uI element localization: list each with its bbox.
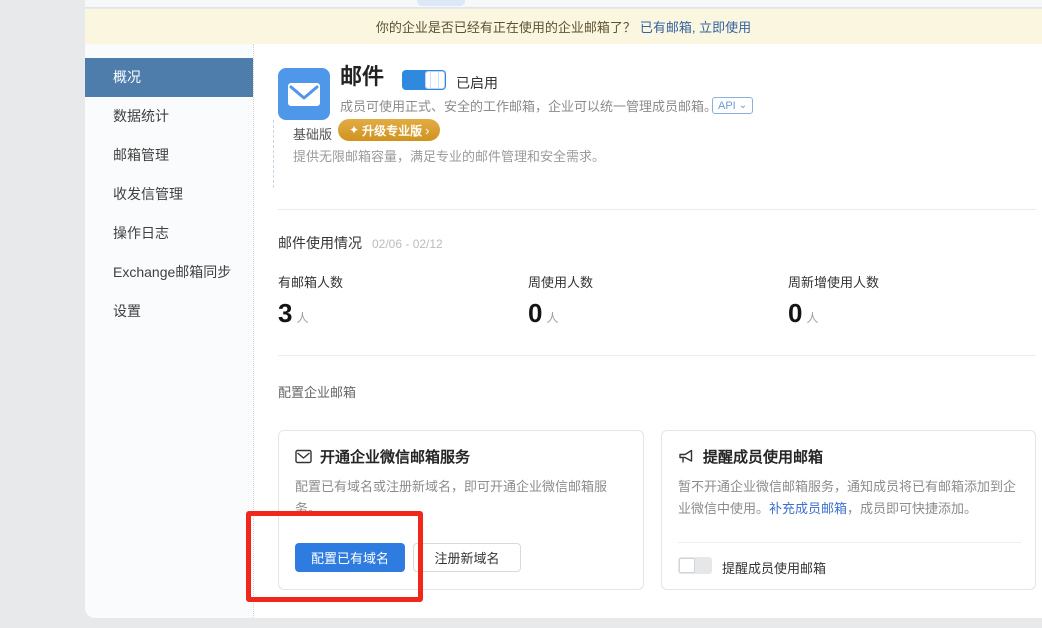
card-title: 提醒成员使用邮箱	[703, 446, 823, 467]
plan-label: 基础版	[293, 124, 332, 143]
stat-label: 周新增使用人数	[788, 272, 879, 291]
page: 你的企业是否已经有正在使用的企业邮箱了？ 已有邮箱, 立即使用 概况 数据统计 …	[0, 0, 1042, 628]
divider	[678, 542, 1021, 543]
usage-title: 邮件使用情况	[278, 233, 362, 253]
toggle-knob	[425, 71, 445, 89]
envelope-icon	[295, 449, 312, 464]
banner-question: 你的企业是否已经有正在使用的企业邮箱了？	[376, 17, 636, 36]
sidebar-item-overview[interactable]: 概况	[85, 58, 253, 97]
stat-label: 周使用人数	[528, 272, 593, 291]
stat-value: 0	[528, 299, 542, 327]
sidebar: 概况 数据统计 邮箱管理 收发信管理 操作日志 Exchange邮箱同步 设置	[85, 44, 253, 618]
stat-weekly-new-users: 周新增使用人数 0 人	[788, 272, 879, 327]
dashed-connector	[273, 120, 274, 188]
open-mailbox-service-card: 开通企业微信邮箱服务 配置已有域名或注册新域名，即可开通企业微信邮箱服务。 配置…	[278, 430, 644, 590]
card-title: 开通企业微信邮箱服务	[320, 446, 470, 467]
page-title: 邮件	[340, 62, 384, 92]
use-existing-mailbox-link[interactable]: 已有邮箱, 立即使用	[640, 17, 751, 36]
plan-note: 提供无限邮箱容量，满足专业的邮件管理和安全需求。	[293, 146, 641, 167]
remind-members-card: 提醒成员使用邮箱 暂不开通企业微信邮箱服务，通知成员将已有邮箱添加到企业微信中使…	[661, 430, 1036, 590]
sidebar-item-settings[interactable]: 设置	[85, 292, 253, 331]
card-description: 暂不开通企业微信邮箱服务，通知成员将已有邮箱添加到企业微信中使用。补充成员邮箱，…	[678, 476, 1019, 520]
divider	[278, 209, 1036, 210]
usage-date-range: 02/06 - 02/12	[372, 237, 443, 251]
mail-app-icon	[278, 68, 330, 120]
supplement-member-email-link[interactable]: 补充成员邮箱	[769, 501, 847, 516]
stat-weekly-users: 周使用人数 0 人	[528, 272, 593, 327]
sparkle-icon: ✦	[349, 123, 359, 137]
sidebar-item-mailbox-management[interactable]: 邮箱管理	[85, 136, 253, 175]
sidebar-item-send-receive-management[interactable]: 收发信管理	[85, 175, 253, 214]
tab-indicator	[417, 0, 465, 6]
chevron-right-icon: ›	[425, 123, 429, 138]
notice-banner: 你的企业是否已经有正在使用的企业邮箱了？ 已有邮箱, 立即使用	[85, 9, 1042, 44]
usage-header: 邮件使用情况 02/06 - 02/12	[278, 233, 443, 253]
sidebar-item-exchange-sync[interactable]: Exchange邮箱同步	[85, 253, 253, 292]
register-new-domain-button[interactable]: 注册新域名	[413, 543, 521, 572]
api-dropdown[interactable]: API ⌄	[712, 97, 753, 114]
remind-members-toggle[interactable]	[678, 557, 712, 574]
remind-toggle-label: 提醒成员使用邮箱	[722, 558, 826, 577]
stat-value: 3	[278, 299, 292, 327]
divider	[278, 355, 1036, 356]
stat-mailbox-users: 有邮箱人数 3 人	[278, 272, 343, 327]
toggle-knob	[679, 558, 695, 573]
mail-enabled-toggle[interactable]	[402, 70, 446, 90]
stat-unit: 人	[806, 309, 818, 326]
upgrade-label: 升级专业版	[362, 122, 422, 139]
app-description: 成员可使用正式、安全的工作邮箱，企业可以统一管理成员邮箱。	[340, 96, 717, 115]
top-strip	[85, 0, 1042, 8]
card-description: 配置已有域名或注册新域名，即可开通企业微信邮箱服务。	[295, 476, 627, 520]
config-section-title: 配置企业邮箱	[278, 382, 356, 401]
main-content: 邮件 已启用 成员可使用正式、安全的工作邮箱，企业可以统一管理成员邮箱。 API…	[253, 44, 1042, 618]
status-label: 已启用	[456, 73, 498, 93]
chevron-down-icon: ⌄	[739, 102, 747, 110]
stat-label: 有邮箱人数	[278, 272, 343, 291]
upgrade-pro-button[interactable]: ✦ 升级专业版 ›	[338, 119, 440, 141]
desc-text: ，成员即可快捷添加。	[847, 501, 977, 516]
sidebar-item-operation-log[interactable]: 操作日志	[85, 214, 253, 253]
megaphone-icon	[678, 449, 695, 464]
api-label: API	[718, 100, 736, 112]
configure-existing-domain-button[interactable]: 配置已有域名	[295, 543, 405, 572]
sidebar-item-statistics[interactable]: 数据统计	[85, 97, 253, 136]
stat-unit: 人	[296, 309, 308, 326]
stat-unit: 人	[546, 309, 558, 326]
stat-value: 0	[788, 299, 802, 327]
